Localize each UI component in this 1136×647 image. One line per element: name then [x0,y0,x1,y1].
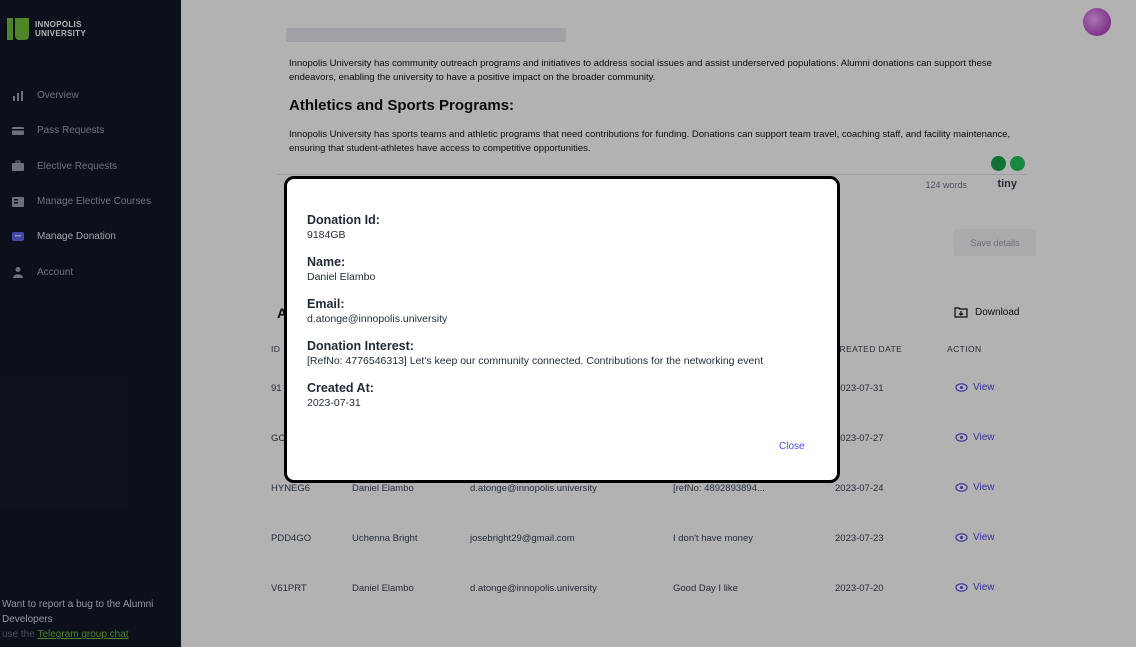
name-value: Daniel Elambo [307,271,376,283]
created-at-value: 2023-07-31 [307,397,361,409]
donation-interest-value: [RefNo: 4776546313] Let's keep our commu… [307,355,764,367]
email-value: d.atonge@innopolis.university [307,313,448,325]
close-button[interactable]: Close [779,441,805,452]
created-at-field: Created At: 2023-07-31 [307,380,374,411]
name-label: Name: [307,255,346,269]
donation-id-field: Donation Id: 9184GB [307,212,380,243]
donation-interest-label: Donation Interest: [307,339,414,353]
donation-interest-field: Donation Interest: [RefNo: 4776546313] L… [307,338,763,369]
name-field: Name: Daniel Elambo [307,254,375,285]
donation-id-value: 9184GB [307,229,346,241]
created-at-label: Created At: [307,381,374,395]
email-field: Email: d.atonge@innopolis.university [307,296,447,327]
donation-id-label: Donation Id: [307,213,380,227]
email-label: Email: [307,297,345,311]
donation-details-modal: Donation Id: 9184GB Name: Daniel Elambo … [284,176,840,483]
